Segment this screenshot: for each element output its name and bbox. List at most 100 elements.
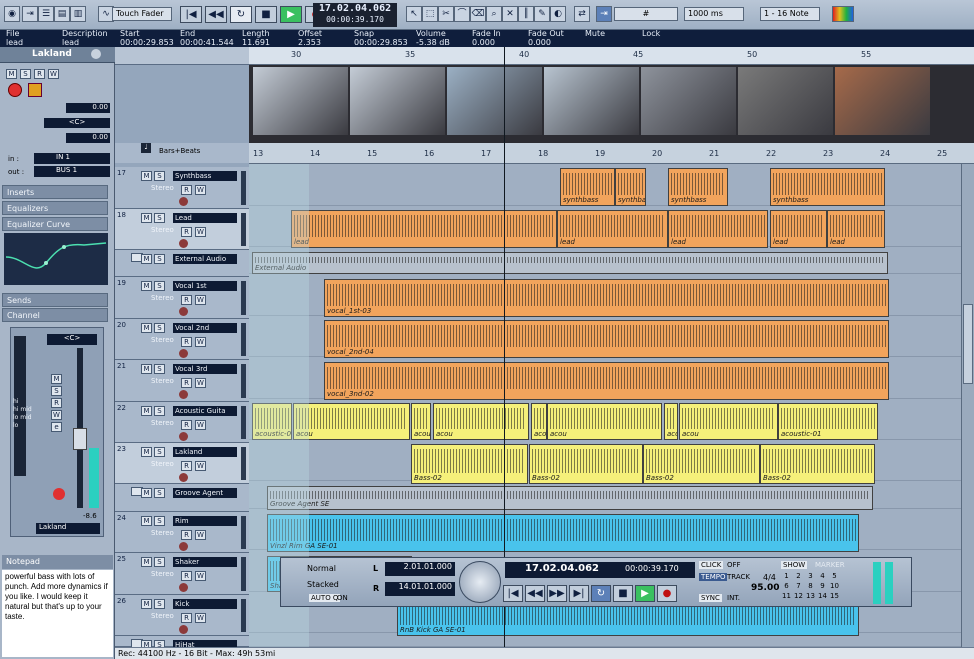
track-name[interactable]: Acoustic Guita <box>173 406 237 416</box>
acoustic-event[interactable]: acoustic-01 <box>531 403 547 440</box>
track-header-13[interactable]: M S HiHat <box>115 636 249 650</box>
auto-quantize-button[interactable]: AUTO Q <box>309 594 341 602</box>
synthbass-event[interactable]: synthbass <box>770 168 885 206</box>
automation-mode-select[interactable]: Touch Fader <box>112 7 172 21</box>
track-mute-button[interactable]: M <box>141 171 152 181</box>
track-mute-button[interactable]: M <box>141 447 152 457</box>
track-record-enable-icon[interactable] <box>179 583 188 592</box>
show-overview-button[interactable]: ▥ <box>70 6 86 22</box>
track-header-3[interactable]: M S External Audio <box>115 250 249 277</box>
acoustic-event[interactable]: acou <box>433 403 529 440</box>
inspector-output-select[interactable]: BUS 1 <box>34 166 110 177</box>
inspector-volume-value[interactable]: 0.00 <box>66 103 110 113</box>
rim-event[interactable]: Vinzl Rim GA SE-01 <box>267 514 859 552</box>
acoustic-event[interactable]: acou <box>679 403 778 440</box>
info-value-end[interactable]: 00:00:41.544 <box>180 38 234 47</box>
acoustic-event[interactable]: acou <box>547 403 662 440</box>
track-record-enable-icon[interactable] <box>179 349 188 358</box>
channel-solo-button[interactable]: S <box>51 386 62 396</box>
track-mute-button[interactable]: M <box>141 254 152 264</box>
transport-rewind-button[interactable]: ◀◀ <box>525 585 545 602</box>
marker-button[interactable]: 10 <box>829 582 840 590</box>
track-solo-button[interactable]: S <box>154 323 165 333</box>
marker-button[interactable]: 12 <box>793 592 804 600</box>
track-solo-button[interactable]: S <box>154 213 165 223</box>
track-mute-button[interactable]: M <box>141 281 152 291</box>
track-write-button[interactable]: W <box>195 185 206 195</box>
track-read-button[interactable]: R <box>181 185 192 195</box>
channel-mute-button[interactable]: M <box>51 374 62 384</box>
inspector-solo-button[interactable]: S <box>20 69 31 79</box>
transport-stop-button[interactable]: ■ <box>613 585 633 602</box>
inspector-read-button[interactable]: R <box>34 69 45 79</box>
right-locator-label[interactable]: R <box>373 584 379 593</box>
info-value-fade-in[interactable]: 0.000 <box>472 38 495 47</box>
track-solo-button[interactable]: S <box>154 364 165 374</box>
track-header-9[interactable]: M S Groove Agent <box>115 484 249 512</box>
groove-agent-folder-event[interactable]: Groove Agent SE <box>267 486 873 510</box>
track-name[interactable]: Shaker <box>173 557 237 567</box>
channel-record-icon[interactable] <box>53 488 65 500</box>
track-solo-button[interactable]: S <box>154 281 165 291</box>
synthbass-event[interactable]: synthbass <box>668 168 728 206</box>
inspector-mute-button[interactable]: M <box>6 69 17 79</box>
inspector-delay-value[interactable]: 0.00 <box>66 133 110 143</box>
track-read-button[interactable]: R <box>181 227 192 237</box>
track-solo-button[interactable]: S <box>154 599 165 609</box>
sync-button[interactable]: SYNC <box>699 594 722 602</box>
erase-icon[interactable]: ⌫ <box>470 6 486 22</box>
track-read-button[interactable]: R <box>181 420 192 430</box>
track-solo-button[interactable]: S <box>154 254 165 264</box>
video-track[interactable] <box>249 65 974 143</box>
info-value-volume[interactable]: -5.38 dB <box>416 38 450 47</box>
record-mode-stacked[interactable]: Stacked <box>307 580 339 589</box>
track-name[interactable]: Vocal 1st <box>173 281 237 291</box>
ruler-note-icon[interactable]: ♩ <box>141 143 151 153</box>
tempo-value[interactable]: 95.00 <box>751 583 779 593</box>
info-value-start[interactable]: 00:00:29.853 <box>120 38 174 47</box>
click-button[interactable]: CLICK <box>699 561 724 569</box>
marker-button[interactable]: 3 <box>805 572 816 580</box>
synthbass-event[interactable]: synthbass <box>560 168 615 206</box>
transport-play-button[interactable]: ▶ <box>635 585 655 602</box>
track-record-enable-icon[interactable] <box>179 239 188 248</box>
channel-pan-value[interactable]: <C> <box>47 334 97 345</box>
track-record-enable-icon[interactable] <box>179 473 188 482</box>
marker-button[interactable]: 1 <box>781 572 792 580</box>
track-mute-button[interactable]: M <box>141 406 152 416</box>
track-write-button[interactable]: W <box>195 613 206 623</box>
transport-position-display[interactable]: 17.02.04.062 00:00:39.170 <box>505 562 695 578</box>
track-mute-button[interactable]: M <box>141 213 152 223</box>
inspector-pan-value[interactable]: <C> <box>44 118 110 128</box>
autoscroll-icon[interactable]: ⇄ <box>574 6 590 22</box>
channel-section[interactable]: Channel <box>2 308 108 322</box>
info-value-length[interactable]: 11.691 <box>242 38 270 47</box>
track-read-button[interactable]: R <box>181 337 192 347</box>
zoom-icon[interactable]: ⌕ <box>486 6 502 22</box>
track-write-button[interactable]: W <box>195 337 206 347</box>
lead-event[interactable]: lead <box>668 210 768 248</box>
vertical-scrollbar[interactable] <box>961 164 974 647</box>
color-palette-icon[interactable] <box>832 6 854 22</box>
notepad-title[interactable]: Notepad <box>2 555 113 569</box>
track-read-button[interactable]: R <box>181 571 192 581</box>
track-record-enable-icon[interactable] <box>179 390 188 399</box>
track-name[interactable]: Vocal 3rd <box>173 364 237 374</box>
equalizer-curve-section[interactable]: Equalizer Curve <box>2 217 108 231</box>
track-read-button[interactable]: R <box>181 295 192 305</box>
track-write-button[interactable]: W <box>195 227 206 237</box>
rewind-button[interactable]: ◀◀ <box>205 6 227 23</box>
transport-record-button[interactable]: ● <box>657 585 677 602</box>
info-value-snap[interactable]: 00:00:29.853 <box>354 38 408 47</box>
timewarp-icon[interactable]: ║ <box>518 6 534 22</box>
marker-button[interactable]: 8 <box>805 582 816 590</box>
synthbass-event[interactable]: synthba <box>615 168 646 206</box>
vocal-3rd-event[interactable]: vocal_3nd-02 <box>324 362 889 400</box>
lead-event[interactable]: lead <box>557 210 668 248</box>
edit-inspector-button[interactable]: ☰ <box>38 6 54 22</box>
channel-edit-button[interactable]: e <box>51 422 62 432</box>
object-select-icon[interactable]: ↖ <box>406 6 422 22</box>
track-solo-button[interactable]: S <box>154 488 165 498</box>
track-solo-button[interactable]: S <box>154 516 165 526</box>
transport-goto-end-button[interactable]: ▶| <box>569 585 589 602</box>
